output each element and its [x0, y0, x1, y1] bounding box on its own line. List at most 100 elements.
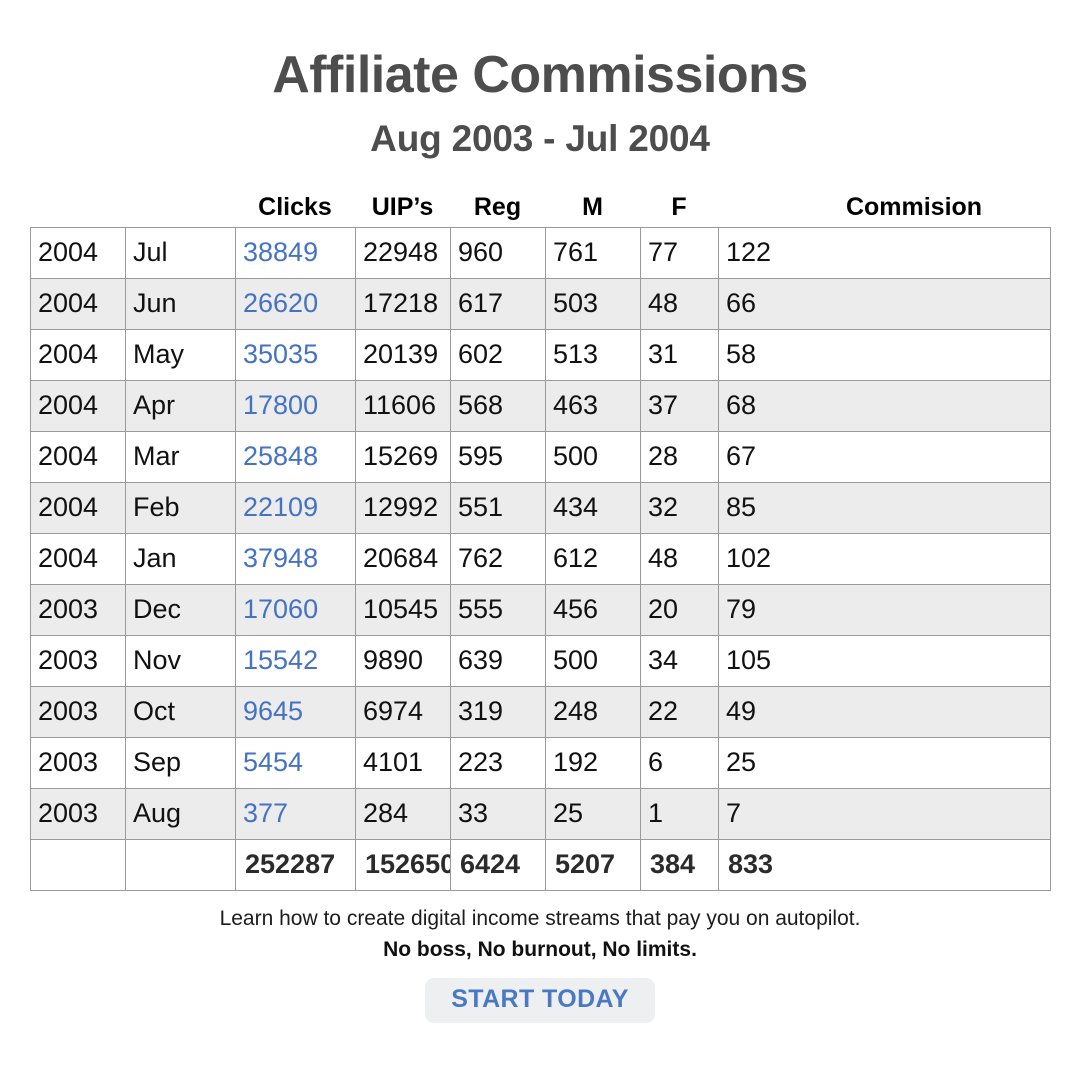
cell-uips: 10545: [355, 583, 451, 636]
cell-reg: 617: [450, 277, 546, 330]
table-body: 2004 Jul 38849 22948 960 761 77 122 $15,…: [30, 226, 1051, 891]
cell-reg: 319: [450, 685, 546, 738]
column-header-year: [0, 220, 125, 222]
table-row: 2003 Nov 15542 9890 639 500 34 105 $7,81…: [30, 634, 1051, 687]
table-row: 2003 Oct 9645 6974 319 248 22 49 $4,557.…: [30, 685, 1051, 738]
affiliate-commissions-page: Affiliate Commissions Aug 2003 - Jul 200…: [0, 0, 1080, 1080]
cell-f: 48: [640, 532, 719, 585]
cell-clicks: 9645: [235, 685, 356, 738]
cell-year: 2004: [30, 277, 126, 330]
cell-m: 463: [545, 379, 641, 432]
cell-year: 2004: [30, 430, 126, 483]
table-row: 2003 Aug 377 284 33 25 1 7 $305.80: [30, 787, 1051, 840]
totals-cell-f: 384: [640, 838, 719, 891]
cell-m: 513: [545, 328, 641, 381]
cell-reg: 223: [450, 736, 546, 789]
cell-month: Aug: [125, 787, 236, 840]
commissions-table: 2004 Jul 38849 22948 960 761 77 122 $15,…: [30, 226, 1051, 891]
cell-uips: 22948: [355, 226, 451, 279]
table-container: 2004 Jul 38849 22948 960 761 77 122 $15,…: [0, 226, 1080, 891]
cell-year: 2003: [30, 634, 126, 687]
cell-f2: 67: [718, 430, 1051, 483]
cell-uips: 4101: [355, 736, 451, 789]
cell-f: 37: [640, 379, 719, 432]
cell-year: 2003: [30, 787, 126, 840]
start-today-button[interactable]: START TODAY: [425, 978, 655, 1024]
page-subtitle: Aug 2003 - Jul 2004: [370, 118, 710, 160]
cell-uips: 15269: [355, 430, 451, 483]
footer-line-2: No boss, No burnout, No limits.: [383, 937, 697, 961]
cell-clicks: 35035: [235, 328, 356, 381]
cell-month: Jan: [125, 532, 236, 585]
table-row: 2003 Sep 5454 4101 223 192 6 25 $2,430.4…: [30, 736, 1051, 789]
table-row: 2004 Jun 26620 17218 617 503 48 66 $12,2…: [30, 277, 1051, 330]
cell-f: 6: [640, 736, 719, 789]
cell-year: 2003: [30, 685, 126, 738]
cell-year: 2003: [30, 583, 126, 636]
cell-m: 25: [545, 787, 641, 840]
cell-clicks: 26620: [235, 277, 356, 330]
totals-cell-f2: 833: [718, 838, 1051, 891]
cell-month: Jun: [125, 277, 236, 330]
cell-f2: 66: [718, 277, 1051, 330]
cell-year: 2004: [30, 532, 126, 585]
cell-reg: 568: [450, 379, 546, 432]
cell-clicks: 37948: [235, 532, 356, 585]
column-header-row: Clicks UIP’s Reg M F Commision: [0, 182, 1080, 222]
cell-month: Nov: [125, 634, 236, 687]
totals-cell-reg: 6424: [450, 838, 546, 891]
page-title: Affiliate Commissions: [272, 46, 808, 104]
cell-year: 2004: [30, 328, 126, 381]
cell-f2: 49: [718, 685, 1051, 738]
cell-m: 248: [545, 685, 641, 738]
cell-f2: 85: [718, 481, 1051, 534]
cell-clicks: 17060: [235, 583, 356, 636]
cell-clicks: 25848: [235, 430, 356, 483]
title-block: Affiliate Commissions Aug 2003 - Jul 200…: [0, 0, 1080, 162]
column-header-f: F: [671, 192, 687, 221]
cell-year: 2003: [30, 736, 126, 789]
cell-month: Dec: [125, 583, 236, 636]
cell-f: 22: [640, 685, 719, 738]
cell-uips: 17218: [355, 277, 451, 330]
cell-month: Mar: [125, 430, 236, 483]
cell-f2: 105: [718, 634, 1051, 687]
cell-f2: 102: [718, 532, 1051, 585]
totals-cell-year: [30, 838, 126, 891]
cell-month: Feb: [125, 481, 236, 534]
cell-reg: 639: [450, 634, 546, 687]
cell-f2: 58: [718, 328, 1051, 381]
cell-uips: 20139: [355, 328, 451, 381]
column-header-commission: Commision: [845, 192, 983, 221]
cell-f: 48: [640, 277, 719, 330]
cell-clicks: 22109: [235, 481, 356, 534]
cell-m: 500: [545, 634, 641, 687]
table-row: 2004 Apr 17800 11606 568 463 37 68 $11,3…: [30, 379, 1051, 432]
column-header-month: [125, 220, 235, 222]
column-header-m: M: [582, 192, 603, 221]
cell-reg: 762: [450, 532, 546, 585]
totals-cell-month: [125, 838, 236, 891]
cell-uips: 9890: [355, 634, 451, 687]
cell-month: Oct: [125, 685, 236, 738]
cell-f: 20: [640, 583, 719, 636]
cell-m: 761: [545, 226, 641, 279]
cell-f2: 7: [718, 787, 1051, 840]
column-header-uips: UIP’s: [371, 192, 434, 221]
cell-m: 612: [545, 532, 641, 585]
cell-clicks: 377: [235, 787, 356, 840]
cell-year: 2004: [30, 226, 126, 279]
cell-uips: 6974: [355, 685, 451, 738]
totals-cell-clicks: 252287: [235, 838, 356, 891]
cell-reg: 33: [450, 787, 546, 840]
table-row: 2004 Feb 22109 12992 551 434 32 85 $10,3…: [30, 481, 1051, 534]
totals-cell-uips: 152650: [355, 838, 451, 891]
cell-clicks: 15542: [235, 634, 356, 687]
cell-f: 77: [640, 226, 719, 279]
cell-month: Sep: [125, 736, 236, 789]
cell-year: 2004: [30, 481, 126, 534]
cell-m: 434: [545, 481, 641, 534]
cell-clicks: 5454: [235, 736, 356, 789]
cell-clicks: 17800: [235, 379, 356, 432]
cell-f: 32: [640, 481, 719, 534]
